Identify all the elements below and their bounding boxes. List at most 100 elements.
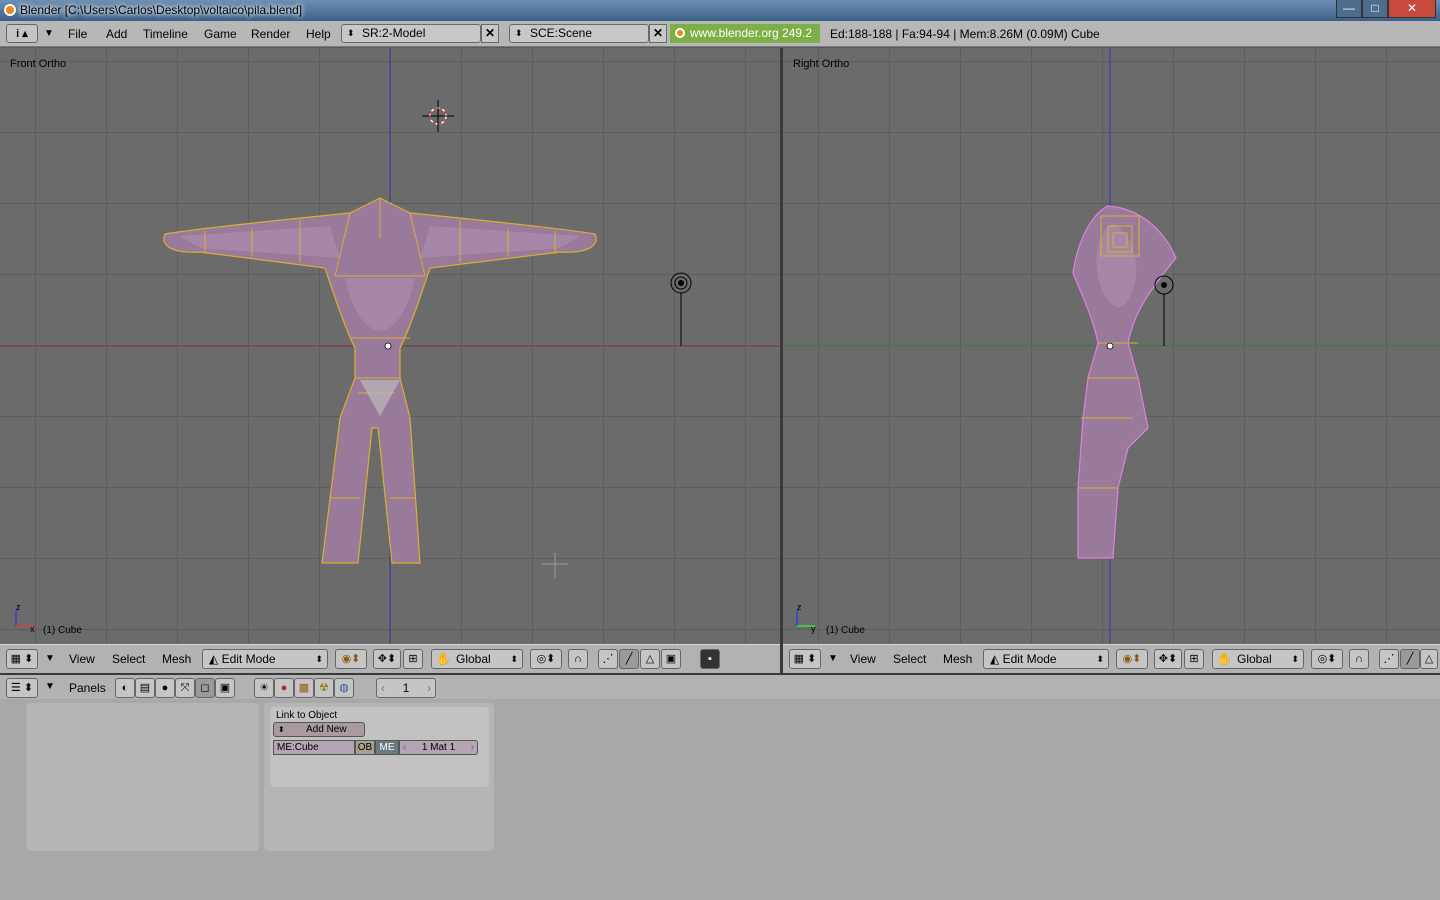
- frame-number: 1: [402, 681, 410, 695]
- right-viewport-canvas: [783, 48, 1440, 644]
- frame-prev-arrow-icon[interactable]: ‹: [381, 679, 385, 697]
- collapse-menus-icon[interactable]: ▼: [44, 25, 54, 43]
- shading-context-icon[interactable]: ●: [155, 678, 175, 698]
- 3d-cursor-icon: [422, 100, 454, 132]
- menu-help[interactable]: Help: [306, 25, 331, 43]
- collapse-menus-icon[interactable]: ▼: [45, 651, 55, 667]
- face-select-icon[interactable]: △: [1420, 649, 1438, 669]
- browse-arrows-icon: ⬍: [278, 725, 285, 734]
- info-window-type-icon[interactable]: i ▴: [6, 24, 38, 43]
- proportional-edit-icon[interactable]: ◎⬍: [1311, 649, 1343, 669]
- texture-buttons-icon[interactable]: ▩: [294, 678, 314, 698]
- menu-mesh[interactable]: Mesh: [162, 651, 191, 667]
- lamp-buttons-icon[interactable]: ☀: [254, 678, 274, 698]
- menu-mesh[interactable]: Mesh: [943, 651, 972, 667]
- active-object-label: (1) Cube: [826, 625, 865, 636]
- vertex-select-icon[interactable]: ⋰: [1379, 649, 1399, 669]
- manipulator-toggle-icon[interactable]: ⊞: [403, 649, 423, 669]
- scene-selector[interactable]: ⬍ SCE:Scene: [509, 24, 649, 43]
- me-link-toggle[interactable]: ME: [375, 740, 399, 755]
- orientation-selector[interactable]: ✋ Global ⬍: [431, 649, 523, 669]
- screen-name: SR:2-Model: [362, 26, 426, 40]
- menu-view[interactable]: View: [69, 651, 95, 667]
- snap-magnet-icon[interactable]: ∩: [568, 649, 588, 669]
- script-context-icon[interactable]: ▤: [135, 678, 155, 698]
- scene-name: SCE:Scene: [530, 26, 593, 40]
- editing-context-icon[interactable]: ◻: [195, 678, 215, 698]
- blender-logo-icon: [675, 28, 685, 38]
- dropdown-arrows-icon: ⬍: [1291, 654, 1299, 664]
- buttons-area: Link to Object ⬍ Add New ME:Cube OB ME ‹…: [0, 699, 1440, 900]
- maximize-button[interactable]: □: [1362, 0, 1388, 18]
- ob-link-toggle[interactable]: OB: [355, 740, 375, 755]
- radiosity-buttons-icon[interactable]: ☢: [314, 678, 334, 698]
- minimize-button[interactable]: —: [1336, 0, 1362, 18]
- menu-select[interactable]: Select: [893, 651, 926, 667]
- mesh-figure-front: [163, 197, 597, 564]
- delete-screen-button[interactable]: ✕: [481, 24, 499, 43]
- mat-prev-arrow-icon[interactable]: ‹: [403, 741, 406, 754]
- edge-select-icon[interactable]: ╱: [619, 649, 639, 669]
- frame-next-arrow-icon[interactable]: ›: [427, 679, 431, 697]
- orientation-label: Global: [456, 652, 491, 666]
- mode-selector[interactable]: ◭ Edit Mode ⬍: [202, 649, 328, 669]
- face-select-icon[interactable]: △: [640, 649, 660, 669]
- screen-selector[interactable]: ⬍ SR:2-Model: [341, 24, 481, 43]
- website-link[interactable]: www.blender.org 249.2: [670, 24, 820, 43]
- area-divider[interactable]: [780, 48, 783, 673]
- snap-magnet-icon[interactable]: ∩: [1349, 649, 1369, 669]
- add-new-mesh-button[interactable]: ⬍ Add New: [273, 722, 365, 737]
- menu-timeline[interactable]: Timeline: [143, 25, 188, 43]
- editor-type-grid-icon[interactable]: ▦ ⬍: [6, 649, 38, 669]
- menu-select[interactable]: Select: [112, 651, 145, 667]
- front-ortho-viewport[interactable]: Front Ortho z x (1) Cube: [0, 48, 780, 644]
- right-ortho-viewport[interactable]: Right Ortho z y (1) Cube: [783, 48, 1440, 644]
- collapse-menus-icon[interactable]: ▼: [45, 679, 55, 695]
- link-to-object-title: Link to Object: [276, 710, 338, 721]
- add-new-label: Add New: [306, 724, 347, 735]
- orientation-label: Global: [1237, 652, 1272, 666]
- object-context-icon[interactable]: ⤧: [175, 678, 195, 698]
- menu-panels[interactable]: Panels: [69, 680, 106, 696]
- collapse-menus-icon[interactable]: ▼: [828, 651, 838, 667]
- editor-type-grid-icon[interactable]: ▦ ⬍: [789, 649, 821, 669]
- material-buttons-icon[interactable]: ●: [274, 678, 294, 698]
- scene-context-icon[interactable]: ▣: [215, 678, 235, 698]
- menu-file[interactable]: File: [68, 25, 87, 43]
- scene-stats: Ed:188-188 | Fa:94-94 | Mem:8.26M (0.09M…: [830, 27, 1100, 41]
- close-button[interactable]: ✕: [1388, 0, 1436, 18]
- orientation-selector[interactable]: ✋ Global ⬍: [1212, 649, 1304, 669]
- pivot-point-icon[interactable]: ✥⬍: [1154, 649, 1182, 669]
- world-buttons-icon[interactable]: ◍: [334, 678, 354, 698]
- mat-next-arrow-icon[interactable]: ›: [471, 741, 474, 754]
- logic-context-icon[interactable]: ◐: [115, 678, 135, 698]
- occlude-geometry-icon[interactable]: ▣: [661, 649, 681, 669]
- editor-type-buttons-icon[interactable]: ☰ ⬍: [6, 678, 38, 698]
- menu-view[interactable]: View: [850, 651, 876, 667]
- proportional-edit-icon[interactable]: ◎⬍: [530, 649, 562, 669]
- material-label: 1 Mat 1: [421, 742, 456, 753]
- frame-number-field[interactable]: ‹ 1 ›: [376, 678, 436, 698]
- edge-select-icon[interactable]: ╱: [1400, 649, 1420, 669]
- pivot-point-icon[interactable]: ✥⬍: [373, 649, 401, 669]
- render-preview-icon[interactable]: ▪: [700, 649, 720, 669]
- mode-label: Edit Mode: [1002, 652, 1057, 666]
- menu-render[interactable]: Render: [251, 25, 290, 43]
- draw-type-icon[interactable]: ◉⬍: [335, 649, 367, 669]
- hand-icon: ✋: [1217, 652, 1232, 666]
- dropdown-arrows-icon: ⬍: [1096, 654, 1104, 664]
- menu-add[interactable]: Add: [106, 25, 127, 43]
- manipulator-toggle-icon[interactable]: ⊞: [1184, 649, 1204, 669]
- draw-type-icon[interactable]: ◉⬍: [1116, 649, 1148, 669]
- menu-game[interactable]: Game: [204, 25, 237, 43]
- blender-app-icon: [4, 4, 16, 16]
- active-object-label: (1) Cube: [43, 625, 82, 636]
- delete-scene-button[interactable]: ✕: [649, 24, 667, 43]
- info-header: i ▴ ▼ File Add Timeline Game Render Help…: [0, 21, 1440, 47]
- screen-browse-icon: ⬍: [347, 28, 355, 38]
- vertex-select-icon[interactable]: ⋰: [598, 649, 618, 669]
- material-index-field[interactable]: ‹ 1 Mat 1 ›: [399, 740, 478, 755]
- mode-selector[interactable]: ◭ Edit Mode ⬍: [983, 649, 1109, 669]
- mesh-name-field[interactable]: ME:Cube: [273, 740, 355, 755]
- gizmo-x-label: x: [30, 624, 35, 634]
